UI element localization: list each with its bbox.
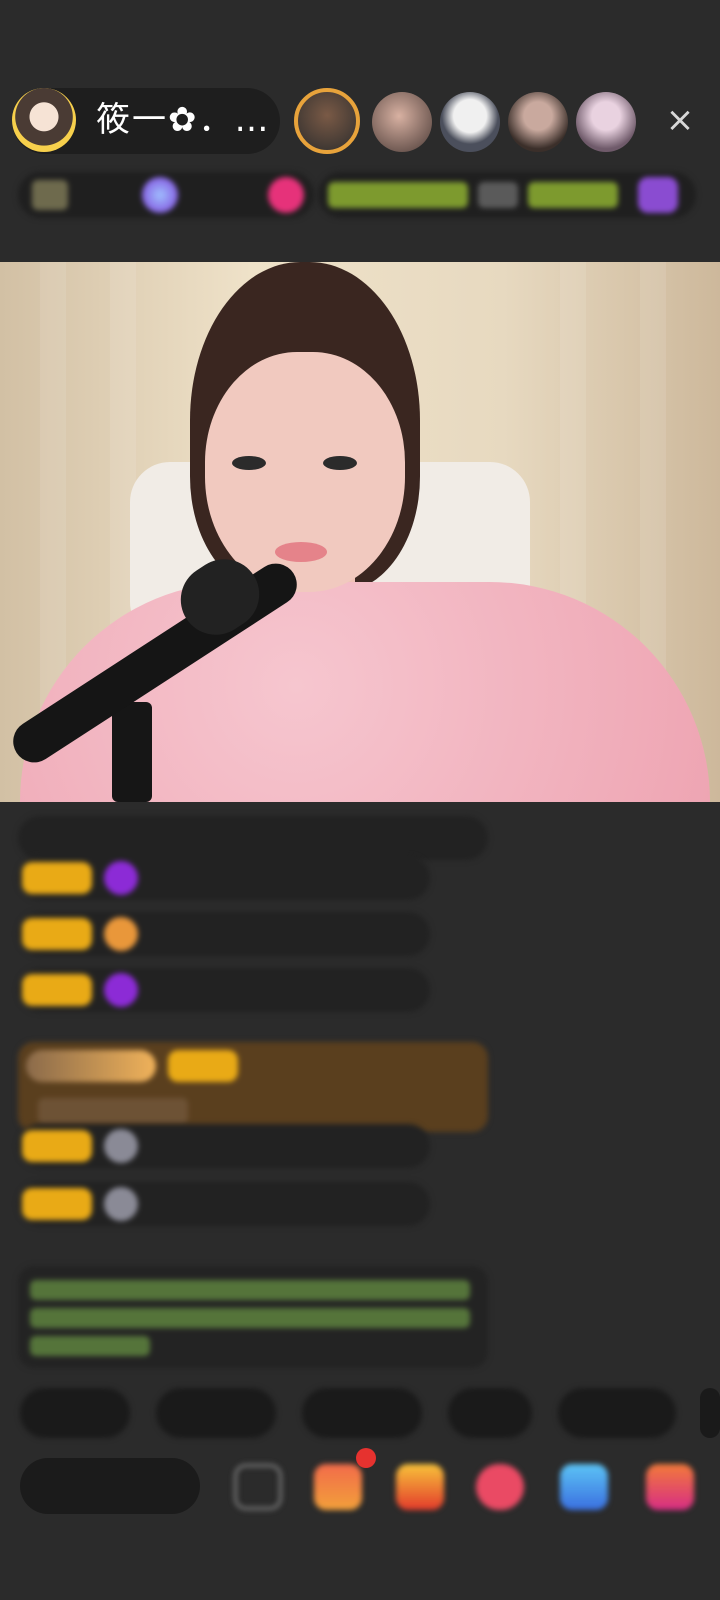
activity-label-2 (478, 182, 518, 208)
chat-text (38, 1098, 188, 1124)
notice-line (30, 1308, 470, 1328)
quick-reply-2[interactable] (156, 1388, 276, 1438)
quick-reply-more[interactable] (700, 1388, 720, 1438)
streamer-lips (275, 542, 327, 562)
gem-icon (104, 861, 138, 895)
activity-icon (638, 177, 678, 213)
hot-icon (268, 177, 304, 213)
host-avatar[interactable] (12, 88, 76, 152)
heart-icon[interactable] (476, 1464, 524, 1510)
level-badge (26, 1050, 156, 1082)
quick-reply-4[interactable] (448, 1388, 532, 1438)
chat-message[interactable] (18, 856, 430, 900)
fan-badge (22, 1130, 92, 1162)
host-name: 筱一✿．… (96, 100, 271, 140)
quick-reply-5[interactable] (558, 1388, 676, 1438)
gift-icon[interactable] (396, 1464, 444, 1510)
level-icon (142, 177, 178, 213)
fan-badge (22, 918, 92, 950)
mic-stand (112, 702, 152, 802)
top-viewer-avatar-2[interactable] (372, 92, 432, 152)
live-video[interactable] (0, 262, 720, 802)
quick-reply-1[interactable] (20, 1388, 130, 1438)
fan-badge (22, 1188, 92, 1220)
chat-system-message (18, 816, 488, 860)
emoji-icon[interactable] (234, 1464, 282, 1510)
chat-message[interactable] (18, 1124, 430, 1168)
chat-input[interactable] (20, 1458, 200, 1514)
rank-icon (32, 180, 68, 210)
notification-dot (356, 1448, 376, 1468)
close-icon[interactable]: × (660, 100, 700, 140)
notice-line (30, 1280, 470, 1300)
fan-badge (168, 1050, 238, 1082)
gift-box-icon[interactable] (314, 1464, 362, 1510)
fan-badge (22, 974, 92, 1006)
fan-badge (22, 862, 92, 894)
game-icon[interactable] (560, 1464, 608, 1510)
top-viewer-avatar-5[interactable] (576, 92, 636, 152)
more-icon[interactable] (646, 1464, 694, 1510)
gem-icon (104, 1187, 138, 1221)
room-notice (18, 1266, 488, 1368)
chat-message[interactable] (18, 968, 430, 1012)
chat-message[interactable] (18, 912, 430, 956)
gem-icon (104, 1129, 138, 1163)
activity-label-3 (528, 182, 618, 208)
gem-icon (104, 973, 138, 1007)
gem-icon (104, 917, 138, 951)
chat-highlight-message[interactable] (18, 1042, 488, 1132)
chat-message[interactable] (18, 1182, 430, 1226)
streamer-eye (232, 456, 266, 470)
room-info-chip[interactable] (18, 172, 314, 218)
notice-line (30, 1336, 150, 1356)
quick-reply-3[interactable] (302, 1388, 422, 1438)
activity-chip[interactable] (318, 172, 696, 218)
streamer-eye (323, 456, 357, 470)
top-viewer-avatar-3[interactable] (440, 92, 500, 152)
top-viewer-avatar-1[interactable] (294, 88, 360, 154)
activity-label-1 (328, 182, 468, 208)
top-viewer-avatar-4[interactable] (508, 92, 568, 152)
